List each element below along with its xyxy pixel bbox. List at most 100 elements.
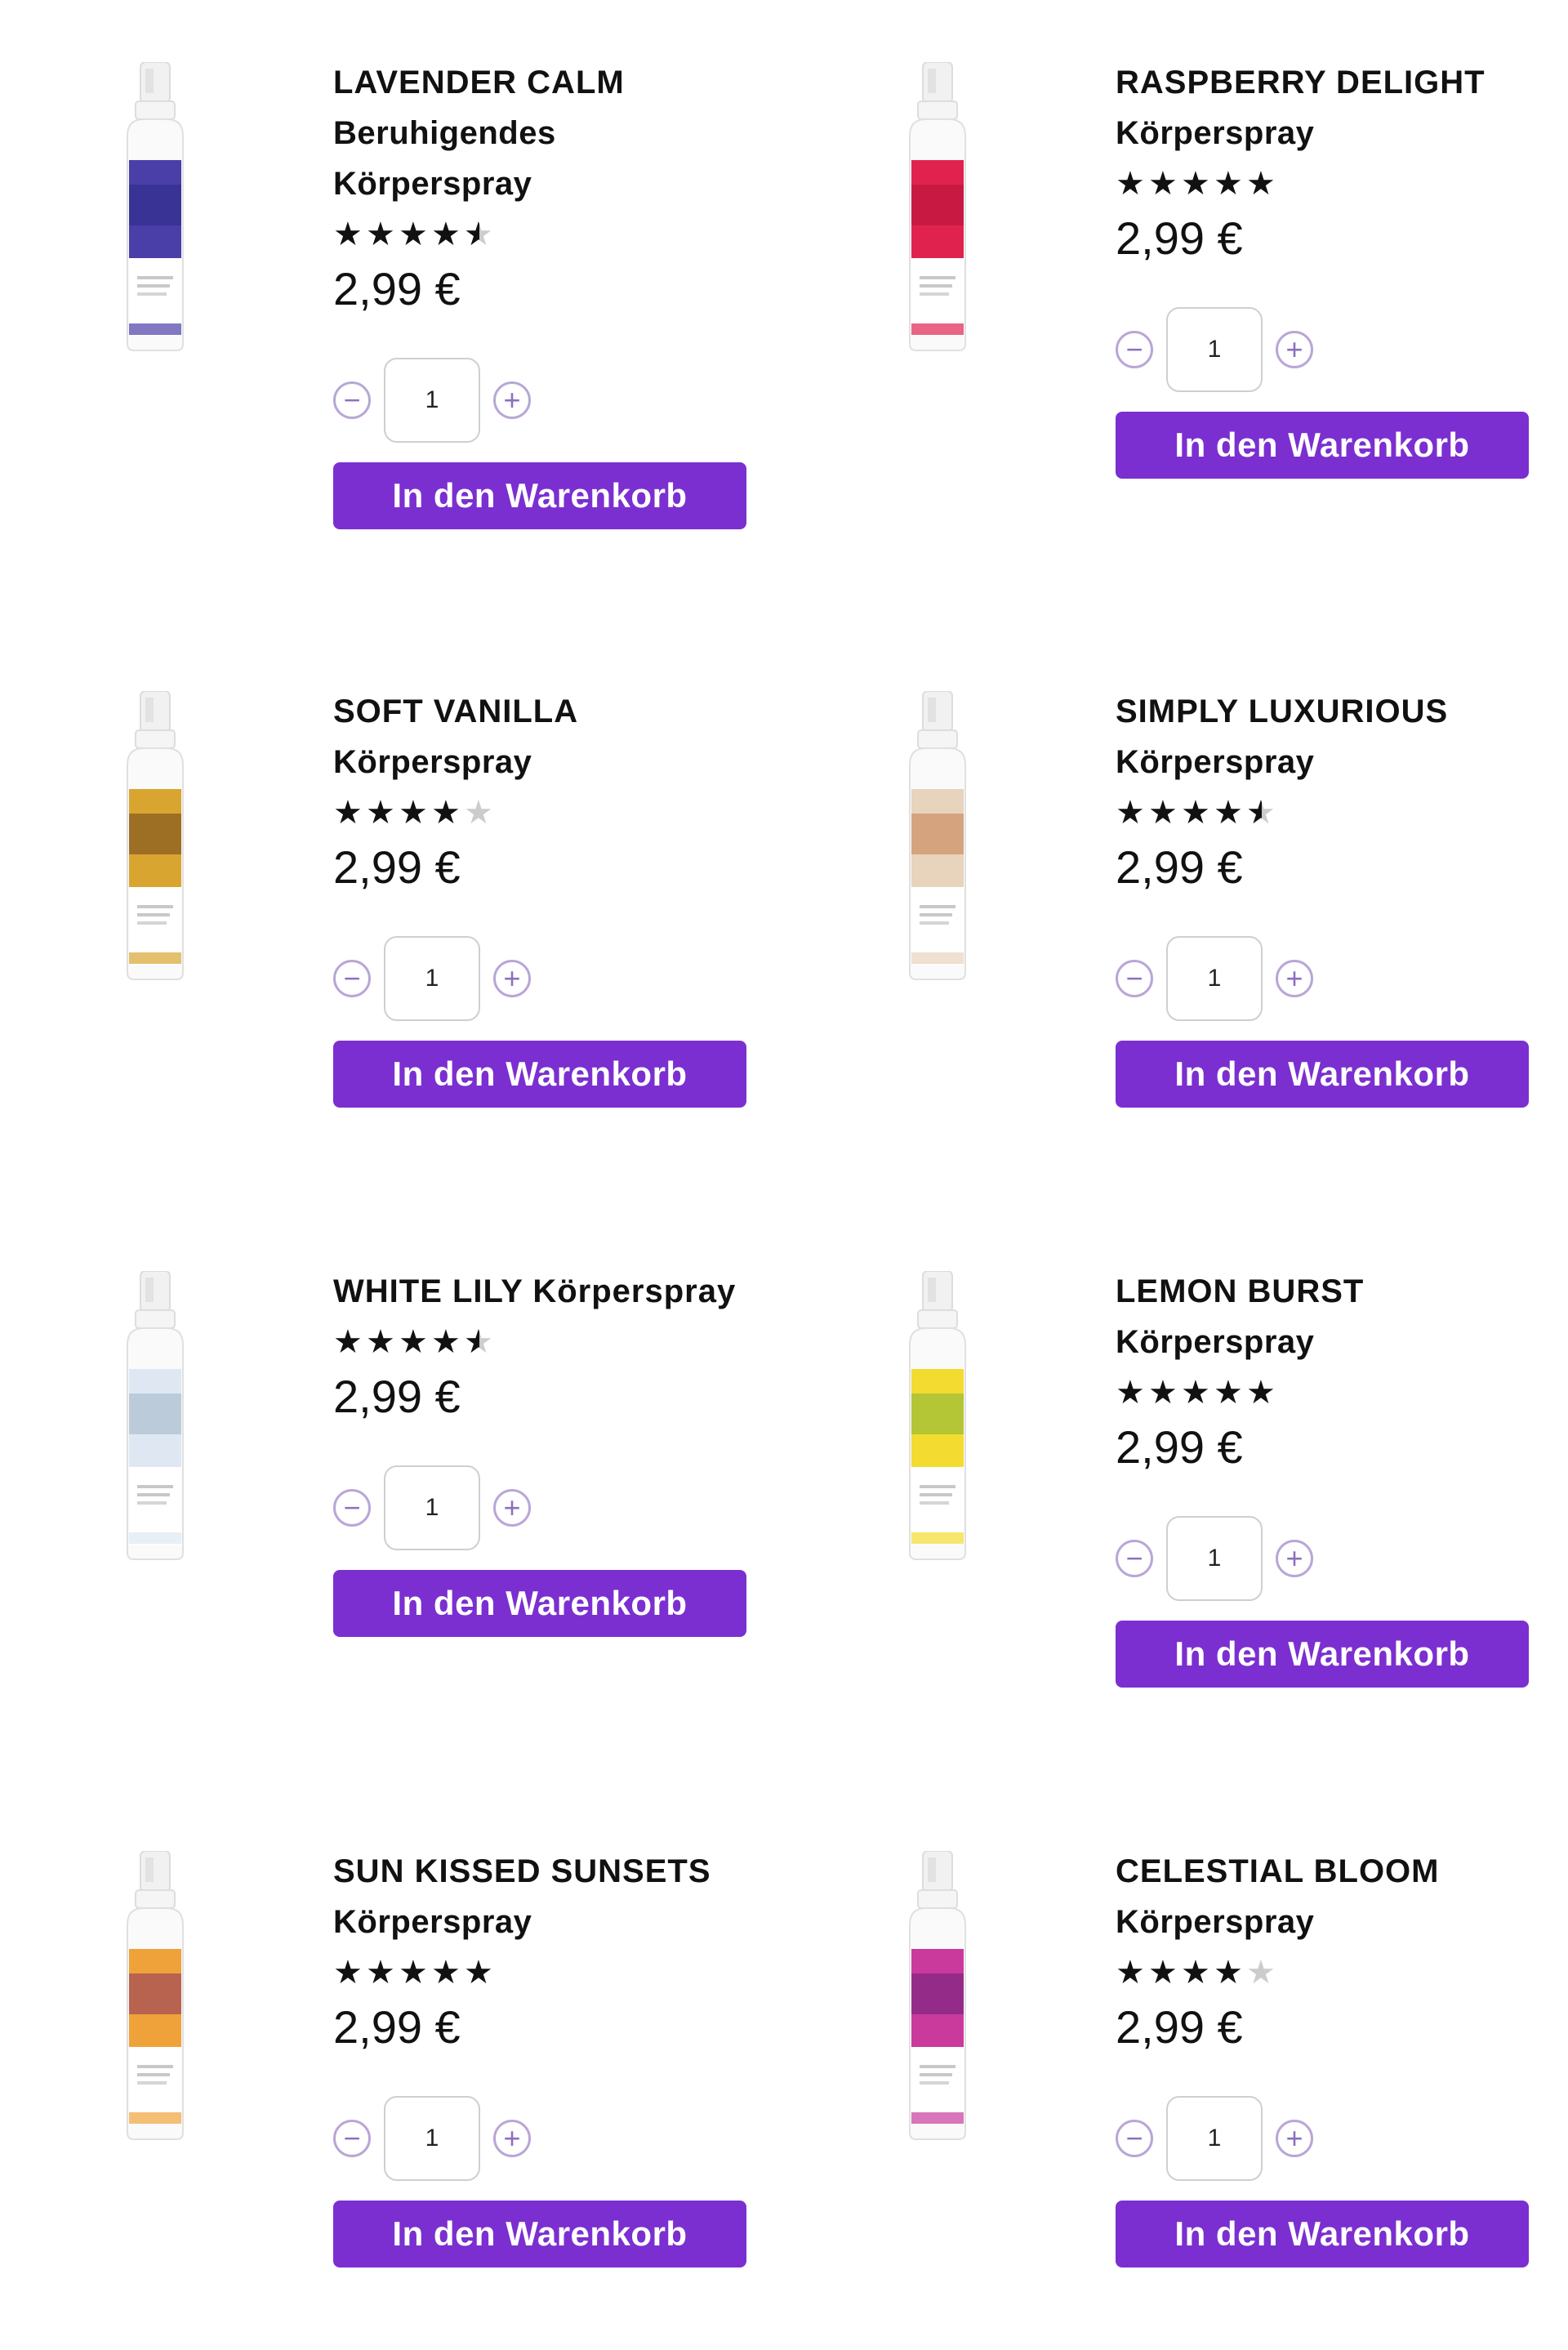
product-name: RASPBERRY DELIGHT (1116, 65, 1486, 100)
add-to-cart-button[interactable]: In den Warenkorb (1116, 2201, 1529, 2268)
quantity-stepper: − + (1116, 1516, 1548, 1601)
product-price: 2,99 € (1116, 841, 1243, 893)
add-to-cart-button[interactable]: In den Warenkorb (333, 462, 746, 529)
product-image[interactable] (116, 62, 194, 352)
minus-circle-icon[interactable]: − (1116, 1540, 1153, 1577)
quantity-stepper: − + (1116, 936, 1548, 1021)
star-full-icon: ★ (399, 1955, 428, 1991)
product-title[interactable]: SOFT VANILLA Körperspray (333, 686, 766, 787)
product-info: WHITE LILY Körperspray★★★★★★2,99 € − +In… (333, 1266, 766, 1637)
star-empty-icon: ★ (1246, 1955, 1276, 1991)
product-title[interactable]: CELESTIAL BLOOM Körperspray (1116, 1846, 1548, 1947)
product-title[interactable]: WHITE LILY Körperspray (333, 1266, 766, 1317)
quantity-stepper: − + (1116, 307, 1548, 392)
plus-circle-icon[interactable]: + (1276, 1540, 1313, 1577)
product-title[interactable]: LEMON BURST Körperspray (1116, 1266, 1548, 1367)
spray-bottle-icon (909, 691, 966, 980)
minus-circle-icon[interactable]: − (333, 1489, 371, 1527)
product-name: LAVENDER CALM (333, 65, 625, 100)
rating-stars: ★ ★ ★ ★ ★ (1116, 158, 1548, 209)
plus-circle-icon[interactable]: + (493, 2120, 531, 2157)
product-image[interactable] (116, 1851, 194, 2141)
product-price: 2,99 € (1116, 2001, 1243, 2053)
quantity-input[interactable] (1166, 936, 1263, 1021)
add-to-cart-button[interactable]: In den Warenkorb (333, 1041, 746, 1108)
product-title[interactable]: RASPBERRY DELIGHT Körperspray (1116, 57, 1548, 158)
product-subtitle: Körperspray (333, 744, 532, 780)
star-full-icon: ★ (1181, 795, 1210, 831)
plus-circle-icon[interactable]: + (493, 381, 531, 419)
star-full-icon: ★ (1116, 1375, 1145, 1411)
plus-circle-icon[interactable]: + (493, 1489, 531, 1527)
product-name: CELESTIAL BLOOM (1116, 1853, 1440, 1889)
product-image[interactable] (898, 62, 977, 352)
star-full-icon: ★ (1116, 166, 1145, 202)
product-title[interactable]: SIMPLY LUXURIOUS Körperspray (1116, 686, 1548, 787)
product-name: LEMON BURST (1116, 1273, 1365, 1309)
quantity-input[interactable] (1166, 2096, 1263, 2181)
quantity-stepper: − + (1116, 2096, 1548, 2181)
minus-circle-icon[interactable]: − (1116, 960, 1153, 997)
quantity-input[interactable] (1166, 1516, 1263, 1601)
star-full-icon: ★ (333, 216, 363, 252)
spray-bottle-icon (127, 1271, 184, 1560)
minus-circle-icon[interactable]: − (333, 960, 371, 997)
minus-circle-icon[interactable]: − (333, 2120, 371, 2157)
minus-circle-icon[interactable]: − (1116, 2120, 1153, 2157)
plus-circle-icon[interactable]: + (1276, 2120, 1313, 2157)
rating-stars: ★ ★ ★ ★ ★ (1116, 1367, 1548, 1418)
quantity-stepper: − + (333, 1465, 766, 1550)
plus-circle-icon[interactable]: + (493, 960, 531, 997)
star-full-icon: ★ (366, 216, 395, 252)
product-subtitle: Körperspray (333, 166, 532, 202)
quantity-input[interactable] (384, 2096, 480, 2181)
product-title[interactable]: SUN KISSED SUNSETS Körperspray (333, 1846, 766, 1947)
product-subtitle: Körperspray (333, 1904, 532, 1940)
add-to-cart-button[interactable]: In den Warenkorb (1116, 1621, 1529, 1688)
rating-stars: ★ ★ ★ ★ ★ ★ (333, 1317, 766, 1367)
minus-circle-icon[interactable]: − (333, 381, 371, 419)
product-price: 2,99 € (1116, 1421, 1243, 1473)
star-full-icon: ★ (333, 1324, 363, 1360)
star-full-icon: ★ (1214, 795, 1243, 831)
quantity-input[interactable] (1166, 307, 1263, 392)
add-to-cart-button[interactable]: In den Warenkorb (333, 2201, 746, 2268)
product-image[interactable] (116, 1271, 194, 1561)
star-full-icon: ★ (366, 1324, 395, 1360)
quantity-input[interactable] (384, 358, 480, 443)
product-info: SIMPLY LUXURIOUS Körperspray ★ ★ ★ ★ ★ ★ 2,99 € … (1116, 686, 1548, 1108)
spray-bottle-icon (909, 62, 966, 351)
add-to-cart-button[interactable]: In den Warenkorb (1116, 1041, 1529, 1108)
product-image[interactable] (116, 691, 194, 981)
star-full-icon: ★ (1181, 166, 1210, 202)
product-subtitle: Beruhigendes (333, 115, 556, 151)
minus-circle-icon[interactable]: − (1116, 331, 1153, 368)
product-image[interactable] (898, 1271, 977, 1561)
product-image[interactable] (898, 1851, 977, 2141)
star-half-icon: ★ ★ (464, 1324, 493, 1360)
star-full-icon: ★ (366, 795, 395, 831)
add-to-cart-button[interactable]: In den Warenkorb (333, 1570, 746, 1637)
product-title[interactable]: LAVENDER CALM Beruhigendes Körperspray (333, 57, 766, 209)
star-full-icon: ★ (1246, 166, 1276, 202)
plus-circle-icon[interactable]: + (1276, 960, 1313, 997)
star-empty-icon: ★ (464, 795, 493, 831)
star-full-icon: ★ (1116, 795, 1145, 831)
quantity-input[interactable] (384, 1465, 480, 1550)
quantity-stepper: − + (333, 2096, 766, 2181)
product-info: CELESTIAL BLOOM Körperspray ★ ★ ★ ★ ★ 2,99 € − … (1116, 1846, 1548, 2268)
plus-circle-icon[interactable]: + (1276, 331, 1313, 368)
product-grid: LAVENDER CALM Beruhigendes Körperspray ★ ★ ★ ★… (0, 0, 1568, 2350)
product-info: SUN KISSED SUNSETS Körperspray ★ ★ ★ ★ ★ 2,99 €… (333, 1846, 766, 2268)
spray-bottle-icon (127, 1851, 184, 2140)
star-full-icon: ★ (399, 216, 428, 252)
quantity-input[interactable] (384, 936, 480, 1021)
star-full-icon: ★ (1116, 1955, 1145, 1991)
product-price: 2,99 € (333, 263, 461, 314)
product-subtitle: Körperspray (1116, 1324, 1315, 1360)
product-image[interactable] (898, 691, 977, 981)
star-half-icon: ★ ★ (464, 216, 493, 252)
star-full-icon: ★ (1214, 1375, 1243, 1411)
add-to-cart-button[interactable]: In den Warenkorb (1116, 412, 1529, 479)
spray-bottle-icon (127, 62, 184, 351)
